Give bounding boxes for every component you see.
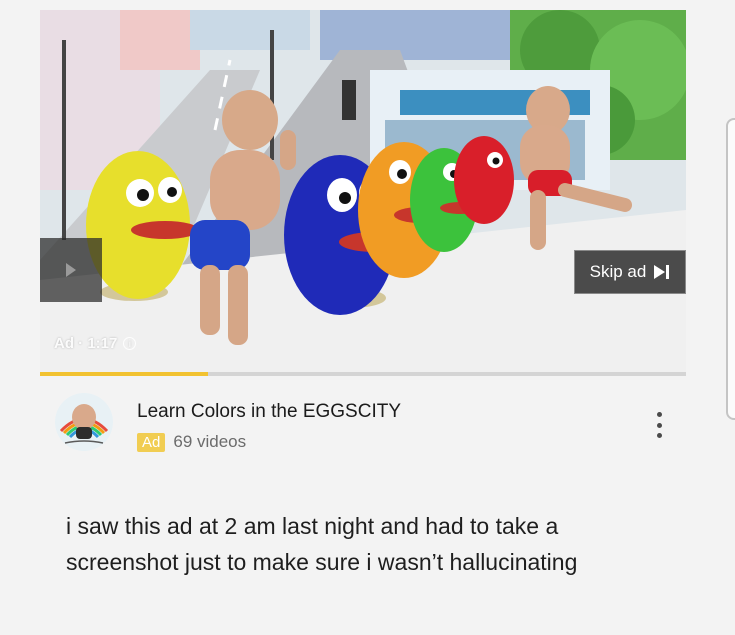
- channel-title[interactable]: Learn Colors in the EGGSCITY: [137, 401, 401, 423]
- progress-fill: [40, 372, 208, 376]
- channel-meta: Ad 69 videos: [137, 432, 246, 452]
- progress-bar[interactable]: [40, 372, 686, 376]
- play-prev-icon: [66, 263, 76, 277]
- ad-timer-label: Ad · 1:17: [54, 335, 118, 352]
- ad-badge: Ad: [137, 432, 166, 452]
- previous-button[interactable]: [40, 238, 102, 302]
- skip-next-icon: [654, 265, 670, 279]
- video-frame: [40, 10, 686, 376]
- info-icon[interactable]: i: [123, 337, 137, 350]
- skip-ad-button[interactable]: Skip ad: [574, 250, 686, 294]
- ad-timer: Ad · 1:17 i: [54, 335, 137, 352]
- page: Skip ad Ad · 1:17 i Learn Colors in the …: [0, 0, 735, 635]
- side-scroll-tab[interactable]: [726, 118, 735, 420]
- skip-ad-label: Skip ad: [589, 262, 647, 281]
- video-player[interactable]: Skip ad Ad · 1:17 i: [40, 10, 686, 376]
- video-count: 69 videos: [173, 432, 247, 451]
- channel-avatar[interactable]: [55, 393, 113, 451]
- more-vert-icon[interactable]: [654, 412, 664, 438]
- post-caption: i saw this ad at 2 am last night and had…: [66, 513, 578, 575]
